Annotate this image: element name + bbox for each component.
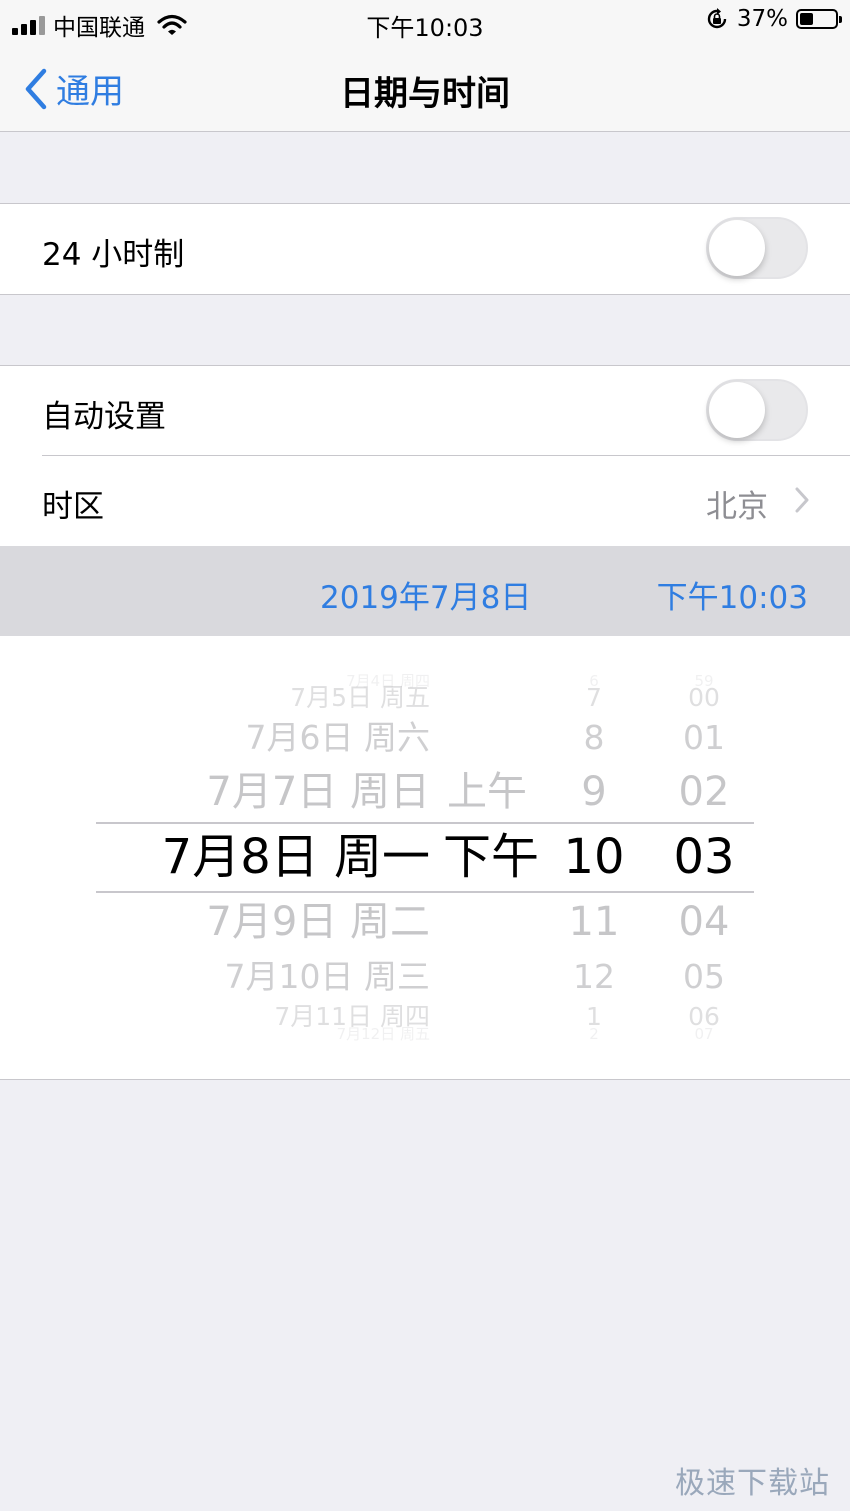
picker-date-item[interactable]: 7月8日 周一 [162,833,430,881]
picker-minute-item[interactable]: 01 [664,721,744,754]
selected-date: 2019年7月8日 [320,580,532,616]
toggle-24-hour[interactable] [706,217,808,279]
picker-minute-item[interactable]: 04 [664,902,744,942]
picker-minute-item[interactable]: 07 [664,1026,744,1042]
setting-row-24-hour: 24 小时制 [0,204,850,294]
watermark: 极速下载站 [675,1466,830,1501]
picker-hour-item[interactable]: 12 [559,960,629,993]
picker-hour-item[interactable]: 7 [559,685,629,710]
picker-hour-item[interactable]: 11 [559,902,629,942]
picker-hour-item[interactable]: 10 [559,833,629,881]
picker-selection-top-line [96,822,754,824]
picker-date-item[interactable]: 7月12日 周五 [337,1026,430,1042]
picker-minute-item[interactable]: 05 [664,960,744,993]
navigation-bar: 通用 日期与时间 [0,44,850,132]
picker-date-item[interactable]: 7月6日 周六 [246,721,430,754]
picker-ampm-item[interactable]: 下午 [443,833,539,881]
page-title: 日期与时间 [340,74,510,114]
picker-date-item[interactable]: 7月7日 周日 [206,772,430,812]
rotation-lock-icon [707,8,727,29]
picker-selection-bottom-line [96,891,754,893]
picker-hour-item[interactable]: 9 [559,772,629,812]
selected-datetime-bar[interactable]: 2019年7月8日 下午10:03 [0,546,850,636]
setting-row-auto-set: 自动设置 [0,366,850,456]
battery-percent: 37% [736,6,788,32]
picker-minute-item[interactable]: 03 [664,833,744,881]
picker-minute-item[interactable]: 00 [664,685,744,710]
picker-date-item[interactable]: 7月9日 周二 [206,902,430,942]
picker-hour-item[interactable]: 8 [559,721,629,754]
battery-icon [796,9,842,29]
timezone-value: 北京 [706,489,768,525]
settings-group-time-format: 24 小时制 [0,203,850,295]
picker-date-item[interactable]: 7月5日 周五 [290,685,430,710]
setting-row-timezone[interactable]: 时区 北京 [0,456,850,546]
setting-label-timezone: 时区 [42,489,104,525]
settings-group-date-time: 自动设置 时区 北京 [0,365,850,547]
picker-date-item[interactable]: 7月10日 周三 [225,960,430,993]
toggle-auto-set[interactable] [706,379,808,441]
setting-label-auto-set: 自动设置 [42,399,166,435]
setting-label-24-hour: 24 小时制 [42,237,185,273]
status-bar: 中国联通 下午10:03 37% [0,0,850,44]
datetime-picker[interactable]: 7月4日 周四 6 59 7月5日 周五 7 00 7月6日 周六 8 01 7月7日 周日 上午 9… [0,636,850,1080]
picker-ampm-item[interactable]: 上午 [447,772,527,812]
battery-fill [800,13,813,25]
picker-hour-item[interactable]: 2 [559,1026,629,1042]
picker-minute-item[interactable]: 02 [664,772,744,812]
toggle-knob [709,220,765,276]
selected-time: 下午10:03 [656,580,808,616]
chevron-right-icon [795,487,809,513]
toggle-knob [709,382,765,438]
status-right: 37% [705,6,842,32]
